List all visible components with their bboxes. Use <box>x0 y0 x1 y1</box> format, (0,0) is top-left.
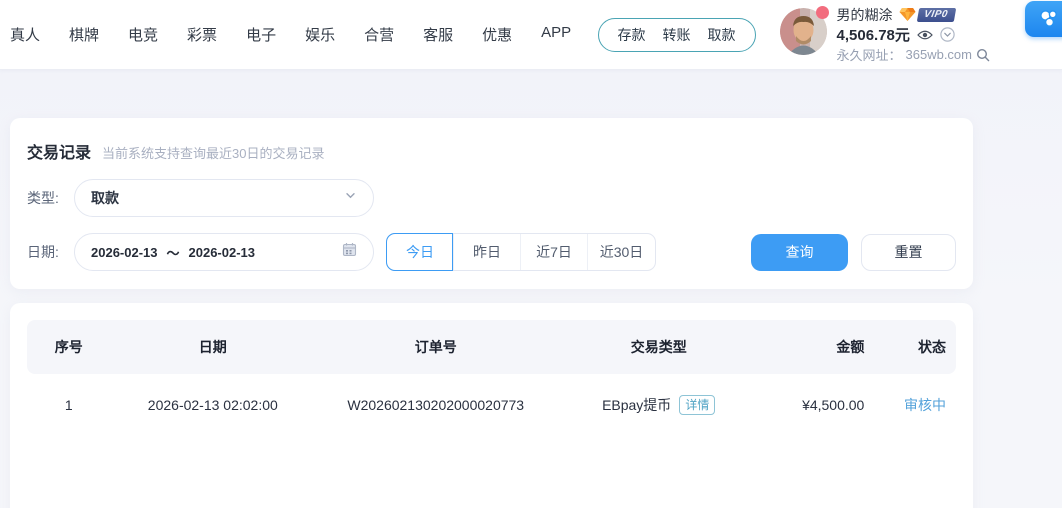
col-header-order-no: 订单号 <box>315 337 557 357</box>
nav-item-promo[interactable]: 优惠 <box>480 20 514 49</box>
eye-icon[interactable] <box>917 29 933 41</box>
cell-index: 1 <box>27 397 111 413</box>
date-range-input[interactable]: 2026-02-13 ～ 2026-02-13 <box>74 233 374 271</box>
query-button[interactable]: 查询 <box>751 234 848 271</box>
user-info: 男的糊涂 VIP0 4,506.78元 <box>837 6 991 63</box>
date-start-value: 2026-02-13 <box>91 245 158 260</box>
top-bar: 真人 棋牌 电竞 彩票 电子 娱乐 合营 客服 优惠 APP 存款 转账 取款 <box>0 0 1062 70</box>
main-nav: 真人 棋牌 电竞 彩票 电子 娱乐 合营 客服 优惠 APP <box>8 20 573 49</box>
transaction-table-panel: 序号 日期 订单号 交易类型 金额 状态 1 2026-02-13 02:02:… <box>10 303 973 508</box>
page-title: 交易记录 <box>27 139 91 163</box>
wallet-actions: 存款 转账 取款 <box>598 18 756 52</box>
quick-range-group: 今日 昨日 近7日 近30日 <box>386 233 656 271</box>
type-selected-value: 取款 <box>91 188 119 208</box>
permanent-url: 365wb.com <box>906 47 972 62</box>
date-separator: ～ <box>167 243 180 262</box>
range-30days-button[interactable]: 近30日 <box>588 234 655 270</box>
search-icon[interactable] <box>976 48 990 62</box>
transaction-type-text: EBpay提币 <box>602 395 671 415</box>
col-header-status: 状态 <box>872 337 956 357</box>
balance-amount: 4,506.78元 <box>837 24 910 45</box>
avatar-wrap <box>780 8 827 55</box>
date-end-value: 2026-02-13 <box>189 245 256 260</box>
vip-badge: VIP0 <box>899 7 955 22</box>
nav-item-app[interactable]: APP <box>539 20 573 49</box>
gem-icon <box>899 7 916 22</box>
share-cluster-icon <box>1037 8 1059 30</box>
user-block: 男的糊涂 VIP0 4,506.78元 <box>780 6 991 63</box>
nav-item-slots[interactable]: 电子 <box>244 20 278 49</box>
chevron-down-icon <box>344 189 357 207</box>
transfer-button[interactable]: 转账 <box>663 25 691 45</box>
query-range-hint: 当前系统支持查询最近30日的交易记录 <box>102 143 324 162</box>
table-row: 1 2026-02-13 02:02:00 W20260213020200002… <box>27 374 956 436</box>
calendar-icon[interactable] <box>342 242 357 262</box>
col-header-type: 交易类型 <box>557 337 761 357</box>
cell-type: EBpay提币 详情 <box>557 395 761 415</box>
nav-item-entertain[interactable]: 娱乐 <box>303 20 337 49</box>
range-today-button[interactable]: 今日 <box>387 234 454 270</box>
cell-status: 审核中 <box>872 395 956 415</box>
notification-dot <box>816 6 829 19</box>
topbar-right: 存款 转账 取款 <box>598 6 1062 63</box>
cell-order-no: W202602130202000020773 <box>315 397 557 413</box>
col-header-date: 日期 <box>111 337 315 357</box>
type-label: 类型: <box>27 188 74 208</box>
reset-button[interactable]: 重置 <box>861 234 956 271</box>
withdraw-button[interactable]: 取款 <box>708 25 736 45</box>
col-header-index: 序号 <box>27 337 111 357</box>
share-float-button[interactable] <box>1025 1 1062 37</box>
nav-item-esports[interactable]: 电竞 <box>126 20 160 49</box>
date-label: 日期: <box>27 242 74 262</box>
nav-item-service[interactable]: 客服 <box>421 20 455 49</box>
table-header-row: 序号 日期 订单号 交易类型 金额 状态 <box>27 320 956 374</box>
cell-amount: ¥4,500.00 <box>761 397 872 413</box>
range-yesterday-button[interactable]: 昨日 <box>454 234 521 270</box>
vip-level-label: VIP0 <box>916 8 955 22</box>
main-content: 交易记录 当前系统支持查询最近30日的交易记录 类型: 取款 日期: 2026-… <box>0 70 1062 508</box>
transaction-type-select[interactable]: 取款 <box>74 179 374 217</box>
transaction-filter-panel: 交易记录 当前系统支持查询最近30日的交易记录 类型: 取款 日期: 2026-… <box>10 118 973 289</box>
permanent-url-label: 永久网址： <box>837 45 902 64</box>
nav-item-chess[interactable]: 棋牌 <box>67 20 101 49</box>
col-header-amount: 金额 <box>761 337 872 357</box>
nav-item-affiliate[interactable]: 合营 <box>362 20 396 49</box>
username: 男的糊涂 <box>837 5 893 25</box>
nav-item-live[interactable]: 真人 <box>8 20 42 49</box>
nav-item-lottery[interactable]: 彩票 <box>185 20 219 49</box>
refresh-balance-icon[interactable] <box>940 27 955 42</box>
detail-badge-button[interactable]: 详情 <box>679 395 715 415</box>
deposit-button[interactable]: 存款 <box>618 25 646 45</box>
cell-date: 2026-02-13 02:02:00 <box>111 397 315 413</box>
range-7days-button[interactable]: 近7日 <box>521 234 588 270</box>
